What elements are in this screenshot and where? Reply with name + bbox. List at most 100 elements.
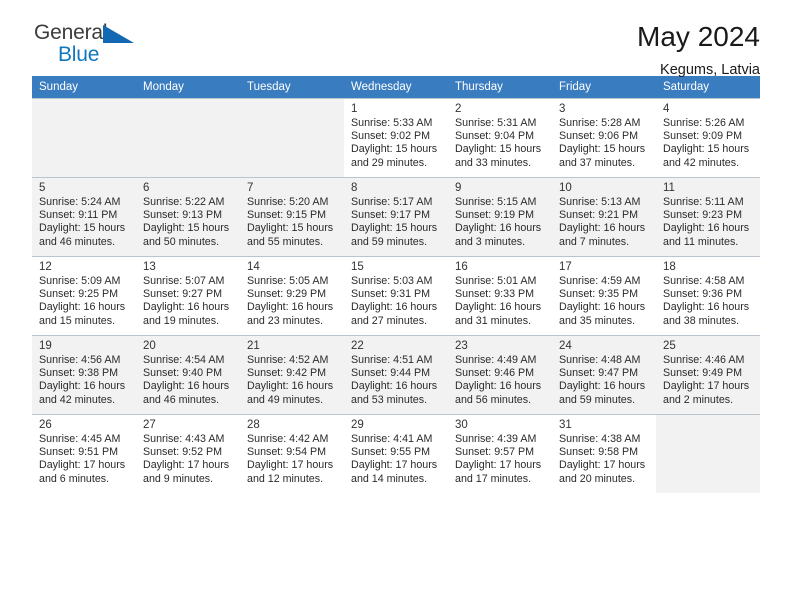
day-sun-info: Sunrise: 5:01 AM Sunset: 9:33 PM Daylight:…: [455, 275, 545, 328]
calendar-day[interactable]: 27 Sunrise: 4:43 AM Sunset: 9:52 PM Dayligh…: [136, 415, 240, 493]
calendar-cell: 28 Sunrise: 4:42 AM Sunset: 9:54 PM Dayligh…: [240, 414, 344, 493]
calendar-day[interactable]: 29 Sunrise: 4:41 AM Sunset: 9:55 PM Dayligh…: [344, 415, 448, 493]
day-number: 11: [663, 182, 675, 194]
calendar-day[interactable]: 11 Sunrise: 5:11 AM Sunset: 9:23 PM Dayligh…: [656, 178, 760, 256]
daylight-text: Daylight: 16 hours and 56 minutes.: [455, 380, 542, 406]
calendar-day[interactable]: 21 Sunrise: 4:52 AM Sunset: 9:42 PM Dayligh…: [240, 336, 344, 414]
daylight-text: Daylight: 15 hours and 55 minutes.: [247, 222, 334, 248]
sunset-text: Sunset: 9:52 PM: [143, 446, 223, 459]
calendar-cell: 20 Sunrise: 4:54 AM Sunset: 9:40 PM Dayligh…: [136, 335, 240, 415]
sunrise-text: Sunrise: 4:58 AM: [663, 275, 745, 287]
calendar-day[interactable]: 30 Sunrise: 4:39 AM Sunset: 9:57 PM Dayligh…: [448, 415, 552, 493]
calendar-day[interactable]: 24 Sunrise: 4:48 AM Sunset: 9:47 PM Dayligh…: [552, 336, 656, 414]
calendar-day[interactable]: 7 Sunrise: 5:20 AM Sunset: 9:15 PM Daylight…: [240, 178, 344, 256]
day-number: 28: [247, 419, 260, 431]
day-number: 19: [39, 340, 52, 352]
calendar-day[interactable]: 10 Sunrise: 5:13 AM Sunset: 9:21 PM Dayligh…: [552, 178, 656, 256]
day-number: 12: [39, 261, 52, 273]
calendar-day[interactable]: 2 Sunrise: 5:31 AM Sunset: 9:04 PM Daylight…: [448, 99, 552, 177]
day-number: 27: [143, 419, 156, 431]
calendar-day[interactable]: 8 Sunrise: 5:17 AM Sunset: 9:17 PM Daylight…: [344, 178, 448, 256]
sunset-text: Sunset: 9:51 PM: [39, 446, 119, 459]
calendar-day[interactable]: 1 Sunrise: 5:33 AM Sunset: 9:02 PM Daylight…: [344, 99, 448, 177]
day-number: 24: [559, 340, 572, 352]
calendar-cell: 10 Sunrise: 5:13 AM Sunset: 9:21 PM Dayligh…: [552, 177, 656, 257]
daylight-text: Daylight: 16 hours and 23 minutes.: [247, 301, 334, 327]
daylight-text: Daylight: 16 hours and 59 minutes.: [559, 380, 646, 406]
daylight-text: Daylight: 17 hours and 12 minutes.: [247, 459, 334, 485]
page-title: May 2024: [637, 21, 760, 52]
sunrise-text: Sunrise: 5:15 AM: [455, 196, 537, 208]
sunrise-text: Sunrise: 4:39 AM: [455, 433, 537, 445]
daylight-text: Daylight: 16 hours and 53 minutes.: [351, 380, 438, 406]
sunset-text: Sunset: 9:27 PM: [143, 288, 223, 301]
calendar-day[interactable]: 12 Sunrise: 5:09 AM Sunset: 9:25 PM Dayligh…: [32, 257, 136, 335]
sunrise-text: Sunrise: 5:26 AM: [663, 117, 745, 129]
calendar-day[interactable]: 9 Sunrise: 5:15 AM Sunset: 9:19 PM Daylight…: [448, 178, 552, 256]
calendar-cell: 19 Sunrise: 4:56 AM Sunset: 9:38 PM Dayligh…: [32, 335, 136, 415]
day-number: 6: [143, 182, 150, 194]
calendar-cell: 26 Sunrise: 4:45 AM Sunset: 9:51 PM Dayligh…: [32, 414, 136, 493]
calendar-day[interactable]: 6 Sunrise: 5:22 AM Sunset: 9:13 PM Daylight…: [136, 178, 240, 256]
calendar-cell: 23 Sunrise: 4:49 AM Sunset: 9:46 PM Dayligh…: [448, 335, 552, 415]
sunset-text: Sunset: 9:44 PM: [351, 367, 431, 380]
calendar-day[interactable]: 18 Sunrise: 4:58 AM Sunset: 9:36 PM Dayligh…: [656, 257, 760, 335]
calendar-cell: 13 Sunrise: 5:07 AM Sunset: 9:27 PM Dayligh…: [136, 256, 240, 336]
weekday-header-sunday: Sunday: [32, 76, 136, 99]
calendar-cell: 29 Sunrise: 4:41 AM Sunset: 9:55 PM Dayligh…: [344, 414, 448, 493]
title-block: May 2024 Kegums, Latvia: [637, 21, 760, 79]
weekday-header-tuesday: Tuesday: [240, 76, 344, 99]
daylight-text: Daylight: 17 hours and 9 minutes.: [143, 459, 230, 485]
calendar-cell: 11 Sunrise: 5:11 AM Sunset: 9:23 PM Dayligh…: [656, 177, 760, 257]
day-sun-info: Sunrise: 5:13 AM Sunset: 9:21 PM Daylight:…: [559, 196, 649, 249]
brand-logo[interactable]: General Blue: [32, 22, 152, 68]
sunrise-text: Sunrise: 5:03 AM: [351, 275, 433, 287]
sunrise-text: Sunrise: 4:43 AM: [143, 433, 225, 445]
calendar-day[interactable]: 16 Sunrise: 5:01 AM Sunset: 9:33 PM Dayligh…: [448, 257, 552, 335]
day-sun-info: Sunrise: 5:07 AM Sunset: 9:27 PM Daylight:…: [143, 275, 233, 328]
daylight-text: Daylight: 17 hours and 20 minutes.: [559, 459, 646, 485]
calendar-day[interactable]: 25 Sunrise: 4:46 AM Sunset: 9:49 PM Dayligh…: [656, 336, 760, 414]
daylight-text: Daylight: 16 hours and 38 minutes.: [663, 301, 750, 327]
day-number: 14: [247, 261, 260, 273]
sunset-text: Sunset: 9:36 PM: [663, 288, 743, 301]
calendar-day[interactable]: 28 Sunrise: 4:42 AM Sunset: 9:54 PM Dayligh…: [240, 415, 344, 493]
calendar-day[interactable]: 26 Sunrise: 4:45 AM Sunset: 9:51 PM Dayligh…: [32, 415, 136, 493]
daylight-text: Daylight: 16 hours and 35 minutes.: [559, 301, 646, 327]
sunset-text: Sunset: 9:54 PM: [247, 446, 327, 459]
sunset-text: Sunset: 9:47 PM: [559, 367, 639, 380]
calendar-day[interactable]: 4 Sunrise: 5:26 AM Sunset: 9:09 PM Daylight…: [656, 99, 760, 177]
calendar-day[interactable]: 5 Sunrise: 5:24 AM Sunset: 9:11 PM Daylight…: [32, 178, 136, 256]
day-sun-info: Sunrise: 5:17 AM Sunset: 9:17 PM Daylight:…: [351, 196, 441, 249]
calendar-day[interactable]: 3 Sunrise: 5:28 AM Sunset: 9:06 PM Daylight…: [552, 99, 656, 177]
calendar-day[interactable]: 31 Sunrise: 4:38 AM Sunset: 9:58 PM Dayligh…: [552, 415, 656, 493]
sunrise-text: Sunrise: 5:31 AM: [455, 117, 537, 129]
calendar-body: 1 Sunrise: 5:33 AM Sunset: 9:02 PM Daylight…: [32, 98, 760, 493]
day-sun-info: Sunrise: 5:22 AM Sunset: 9:13 PM Daylight:…: [143, 196, 233, 249]
calendar-day[interactable]: 15 Sunrise: 5:03 AM Sunset: 9:31 PM Dayligh…: [344, 257, 448, 335]
calendar-day[interactable]: 13 Sunrise: 5:07 AM Sunset: 9:27 PM Dayligh…: [136, 257, 240, 335]
calendar-day[interactable]: 17 Sunrise: 4:59 AM Sunset: 9:35 PM Dayligh…: [552, 257, 656, 335]
daylight-text: Daylight: 15 hours and 50 minutes.: [143, 222, 230, 248]
calendar-day[interactable]: 19 Sunrise: 4:56 AM Sunset: 9:38 PM Dayligh…: [32, 336, 136, 414]
calendar-day[interactable]: 23 Sunrise: 4:49 AM Sunset: 9:46 PM Dayligh…: [448, 336, 552, 414]
sunset-text: Sunset: 9:13 PM: [143, 209, 223, 222]
daylight-text: Daylight: 17 hours and 6 minutes.: [39, 459, 126, 485]
day-sun-info: Sunrise: 4:45 AM Sunset: 9:51 PM Daylight:…: [39, 433, 129, 486]
sunset-text: Sunset: 9:25 PM: [39, 288, 119, 301]
calendar-day[interactable]: 20 Sunrise: 4:54 AM Sunset: 9:40 PM Dayligh…: [136, 336, 240, 414]
day-sun-info: Sunrise: 5:09 AM Sunset: 9:25 PM Daylight:…: [39, 275, 129, 328]
calendar-day[interactable]: 22 Sunrise: 4:51 AM Sunset: 9:44 PM Dayligh…: [344, 336, 448, 414]
calendar-day[interactable]: 14 Sunrise: 5:05 AM Sunset: 9:29 PM Dayligh…: [240, 257, 344, 335]
sunrise-text: Sunrise: 5:05 AM: [247, 275, 329, 287]
sunrise-text: Sunrise: 4:42 AM: [247, 433, 329, 445]
calendar-cell: 14 Sunrise: 5:05 AM Sunset: 9:29 PM Dayligh…: [240, 256, 344, 336]
sunrise-text: Sunrise: 4:45 AM: [39, 433, 121, 445]
calendar-cell: 21 Sunrise: 4:52 AM Sunset: 9:42 PM Dayligh…: [240, 335, 344, 415]
calendar-cell: 31 Sunrise: 4:38 AM Sunset: 9:58 PM Dayligh…: [552, 414, 656, 493]
day-number: 26: [39, 419, 52, 431]
day-number: 2: [455, 103, 462, 115]
sunset-text: Sunset: 9:38 PM: [39, 367, 119, 380]
sunrise-text: Sunrise: 4:59 AM: [559, 275, 641, 287]
calendar-week-row: 19 Sunrise: 4:56 AM Sunset: 9:38 PM Dayligh…: [32, 335, 760, 415]
